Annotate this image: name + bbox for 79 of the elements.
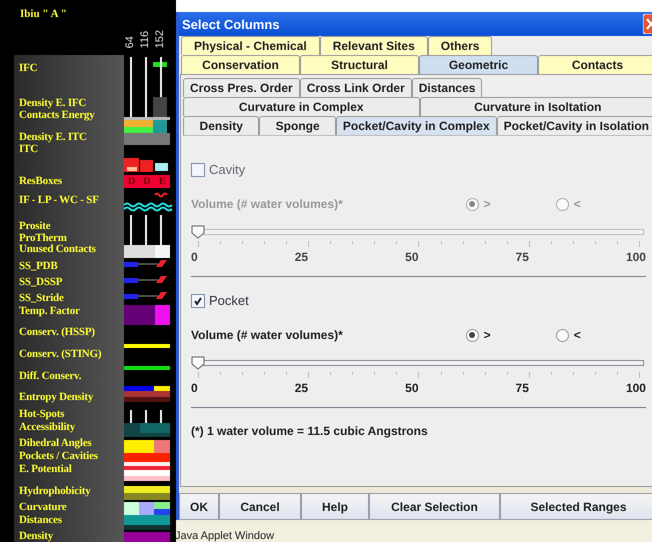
- track-label: Hot-Spots: [19, 408, 66, 420]
- tick-label: 75: [516, 381, 529, 395]
- tick-label: 25: [294, 381, 308, 395]
- tick-label: 0: [191, 381, 198, 395]
- track-label: Density E. IFC: [19, 97, 88, 109]
- tick-label: 0: [191, 250, 198, 264]
- radio-button[interactable]: >: [466, 328, 556, 342]
- residue-letter: D: [127, 175, 136, 188]
- tick-label: 100: [626, 381, 646, 395]
- tab[interactable]: Geometric: [419, 55, 538, 74]
- track-label: IF - LP - WC - SF: [19, 194, 100, 206]
- slider-thumb[interactable]: [191, 225, 205, 239]
- tab[interactable]: Cross Link Order: [300, 78, 412, 97]
- tab[interactable]: Curvature in Isoltation: [420, 97, 652, 116]
- track-label: IFC: [19, 62, 38, 74]
- radio-button[interactable]: <: [556, 328, 646, 342]
- tab[interactable]: Sponge: [259, 116, 336, 135]
- footnote: (*) 1 water volume = 11.5 cubic Angstrons: [191, 424, 429, 438]
- status-bar: Java Applet Window: [175, 520, 652, 542]
- tick-label: 50: [405, 250, 418, 264]
- track-label: Curvature: [19, 501, 68, 513]
- protein-title: Ibiu " A ": [20, 8, 67, 20]
- tick-label: 75: [516, 250, 529, 264]
- tab[interactable]: Physical - Chemical: [181, 36, 320, 55]
- track-label: ResBoxes: [19, 175, 64, 187]
- tick-label: 25: [294, 250, 308, 264]
- column-number: 64: [124, 35, 136, 48]
- tab[interactable]: Curvature in Complex: [183, 97, 420, 116]
- track-label: Dihedral Angles: [19, 437, 92, 449]
- checkbox[interactable]: Cavity: [191, 162, 646, 177]
- track-label: Prosite: [19, 220, 52, 232]
- tab[interactable]: Density: [183, 116, 260, 135]
- track-label: Pockets / Cavities: [19, 450, 99, 462]
- track-label: Entropy Density: [19, 391, 94, 403]
- track-label: Diff. Conserv.: [19, 370, 82, 382]
- tab[interactable]: Conservation: [181, 55, 300, 74]
- track-label: Density: [19, 530, 54, 542]
- window-title: Select Columns: [182, 16, 280, 32]
- track-label: Temp. Factor: [19, 305, 81, 317]
- tab[interactable]: Structural: [300, 55, 419, 74]
- column-number: 116: [139, 30, 151, 48]
- check-icon: [193, 296, 203, 306]
- tab[interactable]: Pocket/Cavity in Complex: [336, 116, 497, 135]
- slider-thumb[interactable]: [191, 356, 205, 370]
- tab[interactable]: Cross Pres. Order: [183, 78, 300, 97]
- volume-slider[interactable]: [191, 356, 646, 372]
- track-label: ITC: [19, 143, 39, 155]
- track-label: Hydrophobicity: [19, 485, 92, 497]
- volume-label: Volume (# water volumes)*: [191, 197, 344, 211]
- column-number: 152: [154, 30, 166, 48]
- dialog-button[interactable]: Cancel: [219, 493, 301, 520]
- tab[interactable]: Pocket/Cavity in Isolation: [496, 116, 652, 135]
- track-label: Distances: [19, 514, 63, 526]
- track-label: Unused Contacts: [19, 243, 97, 255]
- tab[interactable]: Contacts: [538, 55, 652, 74]
- track-label: Accessibility: [19, 421, 76, 433]
- track-label: Contacts Energy: [19, 109, 96, 121]
- residue-letter: D: [142, 175, 152, 188]
- volume-slider[interactable]: [191, 225, 646, 241]
- residue-letter: E: [158, 175, 167, 188]
- track-label: E. Potential: [19, 463, 73, 475]
- tab[interactable]: Others: [428, 36, 492, 55]
- track-label: Conserv. (STING): [19, 348, 102, 360]
- track-label: ProTherm: [19, 232, 68, 244]
- dialog-button[interactable]: OK: [179, 493, 219, 520]
- tick-label: 100: [626, 250, 646, 264]
- tab[interactable]: Relevant Sites: [320, 36, 428, 55]
- tick-label: 50: [405, 381, 418, 395]
- tab[interactable]: Distances: [412, 78, 482, 97]
- track-label: SS_DSSP: [19, 276, 64, 288]
- checkbox[interactable]: Pocket: [191, 293, 646, 308]
- track-label: SS_PDB: [19, 260, 59, 272]
- dialog-button[interactable]: Selected Ranges: [500, 493, 652, 520]
- track-label: Density E. ITC: [19, 131, 88, 143]
- track-label: Conserv. (HSSP): [19, 326, 96, 338]
- volume-label: Volume (# water volumes)*: [191, 328, 344, 342]
- dialog-button[interactable]: Help: [301, 493, 369, 520]
- dialog-button[interactable]: Clear Selection: [369, 493, 500, 520]
- track-label: SS_Stride: [19, 292, 65, 304]
